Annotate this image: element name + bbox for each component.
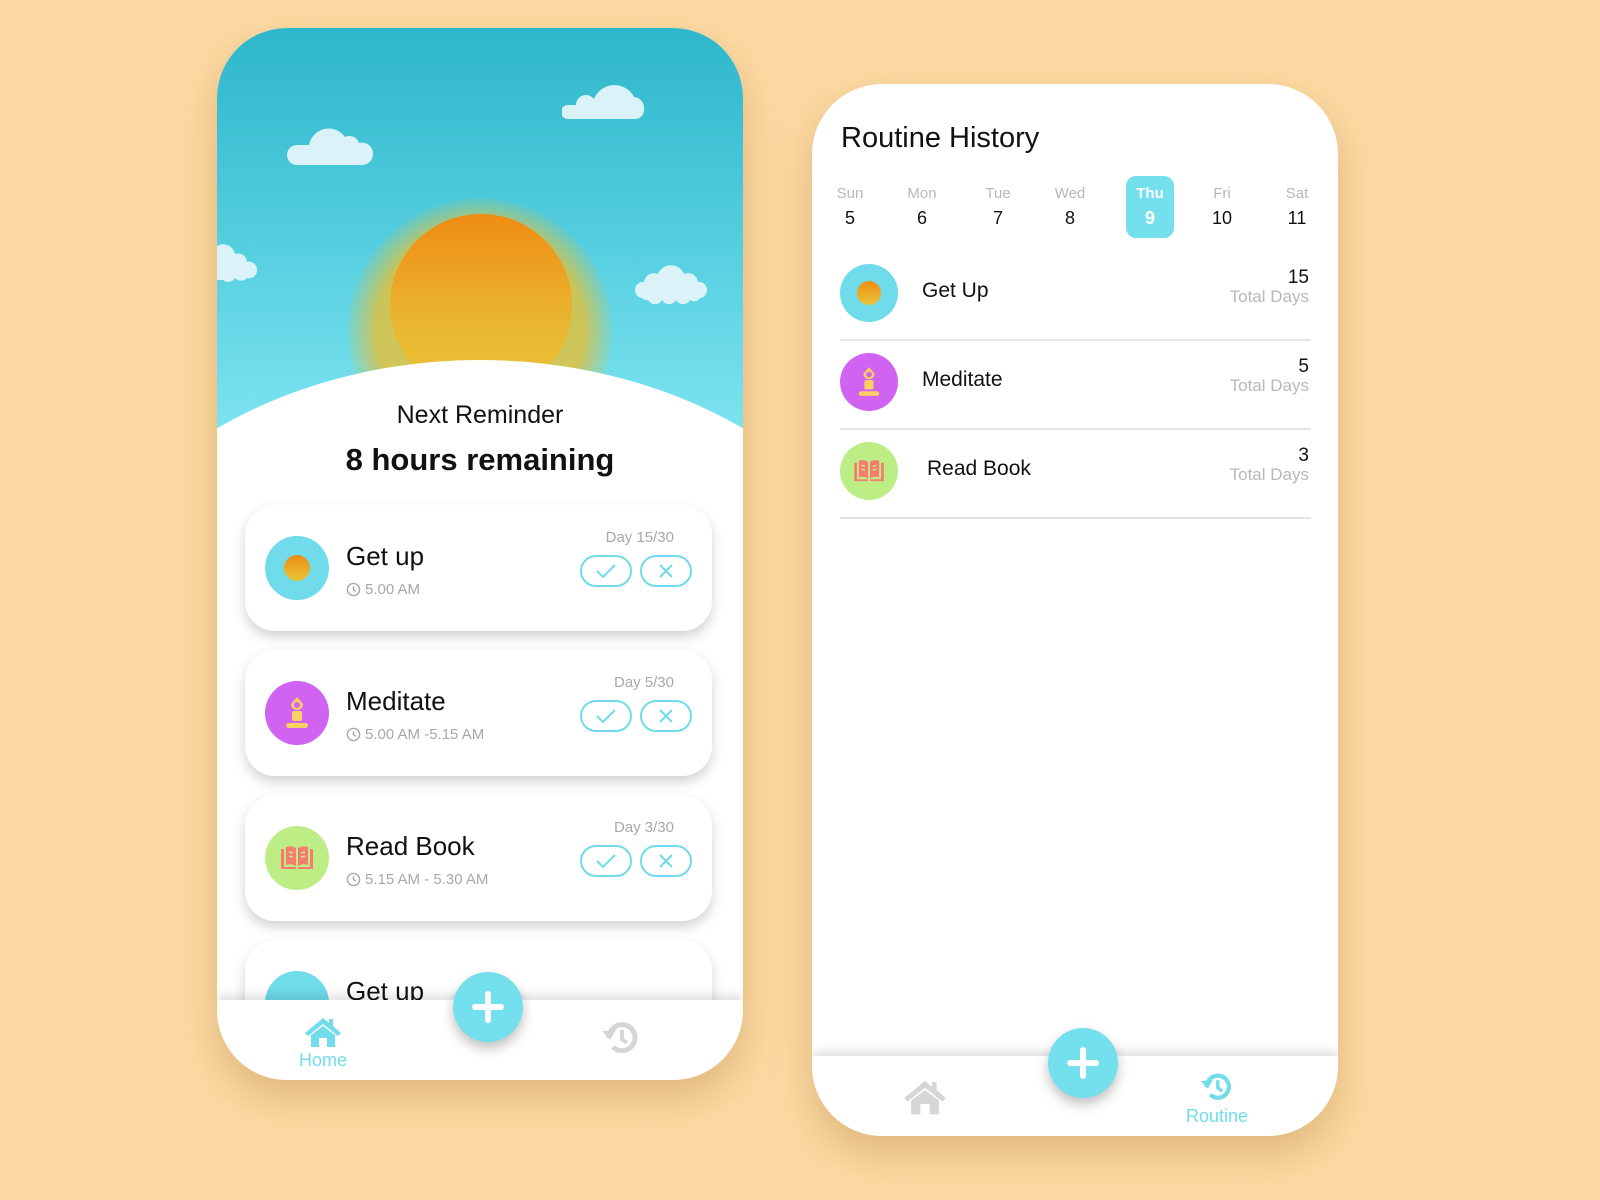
- add-routine-button[interactable]: [453, 972, 523, 1042]
- day-name: Tue: [985, 185, 1011, 202]
- routine-time: 5.00 AM -5.15 AM: [346, 726, 484, 743]
- history-item-name: Meditate: [922, 368, 1003, 391]
- routine-time: 5.00 AM: [346, 581, 420, 598]
- routine-title: Get up: [346, 541, 425, 571]
- cloud-icon: [217, 244, 258, 282]
- day-wed[interactable]: Wed 8: [1046, 176, 1094, 238]
- check-icon: [596, 854, 616, 869]
- routine-day-progress: Day 15/30: [605, 529, 674, 546]
- day-number: 8: [1064, 208, 1075, 228]
- routine-card-read-book[interactable]: Read Book 5.15 AM - 5.30 AM Day 3/30: [245, 795, 712, 921]
- routine-card-get-up[interactable]: Get up 5.00 AM Day 15/30: [245, 505, 712, 631]
- history-row-get-up[interactable]: Get Up 15 Total Days: [840, 252, 1311, 341]
- book-icon: [840, 442, 898, 500]
- history-item-count: 3: [1298, 445, 1309, 466]
- nav-history[interactable]: [601, 1018, 641, 1058]
- day-name: Wed: [1054, 185, 1086, 202]
- routine-time: 5.15 AM - 5.30 AM: [346, 871, 488, 888]
- history-item-unit: Total Days: [1229, 376, 1309, 395]
- check-icon: [596, 709, 616, 724]
- clock-icon: [346, 582, 361, 597]
- history-item-count: 5: [1298, 356, 1309, 377]
- close-icon: [659, 854, 673, 868]
- nav-routine[interactable]: Routine: [1186, 1070, 1248, 1127]
- history-item-unit: Total Days: [1229, 287, 1309, 306]
- history-item-name: Get Up: [922, 279, 989, 302]
- close-icon: [659, 709, 673, 723]
- routine-title: Read Book: [346, 831, 475, 861]
- day-name: Fri: [1213, 185, 1231, 202]
- day-number: 11: [1287, 208, 1307, 228]
- nav-home-label: Home: [299, 1050, 348, 1070]
- clock-icon: [346, 727, 361, 742]
- day-tue[interactable]: Tue 7: [974, 176, 1022, 238]
- cloud-icon: [562, 85, 645, 119]
- history-item-unit: Total Days: [1229, 465, 1309, 484]
- complete-button[interactable]: [580, 555, 632, 587]
- skip-button[interactable]: [640, 700, 692, 732]
- close-icon: [659, 564, 673, 578]
- day-name: Thu: [1136, 185, 1164, 202]
- day-number: 9: [1144, 208, 1155, 228]
- sun-icon: [265, 536, 329, 600]
- home-icon: [904, 1080, 946, 1115]
- skip-button[interactable]: [640, 845, 692, 877]
- plus-icon: [1067, 1047, 1099, 1079]
- routine-time-text: 5.15 AM - 5.30 AM: [365, 871, 489, 888]
- routine-time-text: 5.00 AM: [365, 581, 421, 598]
- routine-day-progress: Day 5/30: [613, 674, 674, 691]
- complete-button[interactable]: [580, 700, 632, 732]
- plus-icon: [472, 991, 504, 1023]
- routine-time-text: 5.00 AM -5.15 AM: [365, 726, 485, 743]
- day-number: 7: [992, 208, 1003, 228]
- day-thu-selected[interactable]: Thu 9: [1126, 176, 1174, 238]
- page-title: Routine History: [841, 122, 1040, 154]
- day-mon[interactable]: Mon 6: [898, 176, 946, 238]
- history-icon: [602, 1022, 638, 1054]
- meditation-icon: [265, 681, 329, 745]
- sun-icon: [840, 264, 898, 322]
- nav-routine-label: Routine: [1186, 1106, 1249, 1126]
- nav-home[interactable]: [903, 1078, 947, 1116]
- day-name: Sat: [1285, 185, 1309, 202]
- add-routine-button[interactable]: [1048, 1028, 1118, 1098]
- home-screen: Next Reminder 8 hours remaining Get up 5…: [217, 28, 743, 1080]
- history-item-count: 15: [1287, 267, 1309, 288]
- week-day-selector: Sun 5 Mon 6 Tue 7 Wed 8 Thu 9 Fri 10 Sat 11: [826, 176, 1316, 240]
- next-reminder-value: 8 hours remaining: [345, 442, 615, 477]
- cloud-icon: [287, 128, 374, 165]
- day-sun[interactable]: Sun 5: [826, 176, 874, 238]
- meditation-icon: [840, 353, 898, 411]
- skip-button[interactable]: [640, 555, 692, 587]
- next-reminder-label: Next Reminder: [396, 401, 564, 429]
- history-screen: Routine History Sun 5 Mon 6 Tue 7 Wed 8 Thu 9…: [812, 84, 1338, 1136]
- day-sat[interactable]: Sat 11: [1273, 176, 1321, 238]
- home-icon: [305, 1018, 341, 1047]
- check-icon: [596, 564, 616, 579]
- day-number: 10: [1211, 208, 1233, 228]
- routine-card-meditate[interactable]: Meditate 5.00 AM -5.15 AM Day 5/30: [245, 650, 712, 776]
- nav-home[interactable]: Home: [299, 1016, 347, 1071]
- day-fri[interactable]: Fri 10: [1198, 176, 1246, 238]
- cloud-icon: [634, 265, 708, 304]
- history-icon: [1200, 1073, 1231, 1100]
- day-name: Sun: [836, 185, 864, 202]
- day-number: 5: [844, 208, 855, 228]
- history-row-read-book[interactable]: Read Book 3 Total Days: [840, 430, 1311, 519]
- clock-icon: [346, 872, 361, 887]
- day-name: Mon: [907, 185, 937, 202]
- routine-title: Meditate: [346, 686, 446, 716]
- day-number: 6: [916, 208, 927, 228]
- routine-day-progress: Day 3/30: [613, 819, 674, 836]
- complete-button[interactable]: [580, 845, 632, 877]
- book-icon: [265, 826, 329, 890]
- history-item-name: Read Book: [927, 457, 1031, 480]
- history-row-meditate[interactable]: Meditate 5 Total Days: [840, 341, 1311, 430]
